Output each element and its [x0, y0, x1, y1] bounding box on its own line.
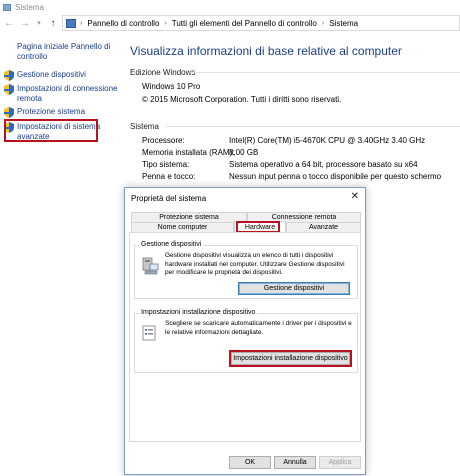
- address-bar[interactable]: › Pannello di controllo › Tutti gli elem…: [62, 15, 460, 31]
- hardware-tab-panel: Gestione dispositivi Gestione dispositiv…: [129, 232, 361, 442]
- device-manager-icon: [142, 257, 159, 275]
- breadcrumb-item-all-items[interactable]: Tutti gli elementi del Pannello di contr…: [172, 19, 317, 28]
- breadcrumb-separator-icon: ›: [321, 19, 325, 27]
- pen-touch-value: Nessun input penna o tocco disponibile p…: [229, 172, 442, 181]
- device-installation-button-highlight-box: [229, 350, 352, 367]
- breadcrumb-separator-icon: ›: [164, 19, 167, 27]
- device-manager-group: Gestione dispositivi Gestione dispositiv…: [134, 241, 358, 299]
- apply-button[interactable]: Applica: [319, 456, 361, 469]
- edition-name: Windows 10 Pro: [142, 82, 201, 91]
- edition-copyright: © 2015 Microsoft Corporation. Tutti i di…: [142, 95, 342, 104]
- breadcrumb-item-system[interactable]: Sistema: [329, 19, 358, 28]
- system-type-label: Tipo sistema:: [142, 160, 190, 169]
- control-panel-icon: [66, 18, 76, 28]
- system-protection-label: Protezione sistema: [17, 107, 86, 116]
- device-installation-group-title: Impostazioni installazione dispositivo: [139, 309, 258, 316]
- advanced-settings-highlight-box: [4, 119, 98, 142]
- device-manager-button[interactable]: Gestione dispositivi: [238, 282, 350, 295]
- uac-shield-icon: [4, 84, 14, 95]
- uac-shield-icon: [4, 107, 14, 118]
- device-installation-description: Scegliere se scaricare automaticamente i…: [165, 320, 352, 336]
- ok-button[interactable]: OK: [229, 456, 271, 469]
- window-title: Sistema: [15, 2, 44, 12]
- system-properties-dialog: Proprietà del sistema ✕ Protezione siste…: [124, 187, 366, 475]
- system-section-divider: [166, 126, 460, 127]
- processor-value: Intel(R) Core(TM) i5-4670K CPU @ 3.40GHz…: [229, 136, 426, 145]
- system-protection-link[interactable]: Protezione sistema: [4, 107, 85, 118]
- breadcrumb-item-control-panel[interactable]: Pannello di controllo: [87, 19, 159, 28]
- system-window-icon: [3, 3, 11, 11]
- dialog-title: Proprietà del sistema: [131, 194, 207, 203]
- left-navigation-pane: Pagina iniziale Pannello di controllo Ge…: [0, 34, 122, 476]
- system-section-label: Sistema: [130, 122, 159, 131]
- processor-label: Processore:: [142, 136, 185, 145]
- remote-settings-link[interactable]: Impostazioni di connessione remota: [4, 84, 120, 104]
- cancel-button[interactable]: Annulla: [274, 456, 316, 469]
- up-arrow-icon[interactable]: ↑: [46, 16, 60, 30]
- device-installation-group: Impostazioni installazione dispositivo S…: [134, 309, 358, 373]
- device-manager-description: Gestione dispositivi visualizza un elenc…: [165, 252, 345, 276]
- address-row: ← → ▾ ↑ › Pannello di controllo › Tutti …: [0, 14, 460, 32]
- ram-value: 8,00 GB: [229, 148, 259, 157]
- breadcrumb-separator-icon: ›: [80, 19, 83, 27]
- device-manager-link[interactable]: Gestione dispositivi: [4, 70, 86, 81]
- ram-label: Memoria installata (RAM):: [142, 148, 235, 157]
- recent-locations-chevron-icon[interactable]: ▾: [34, 16, 44, 30]
- forward-arrow-icon[interactable]: →: [18, 16, 32, 30]
- remote-settings-label: Impostazioni di connessione remota: [17, 84, 118, 103]
- device-manager-group-title: Gestione dispositivi: [139, 241, 204, 248]
- device-manager-label: Gestione dispositivi: [17, 70, 86, 79]
- uac-shield-icon: [4, 70, 14, 81]
- control-panel-home-link[interactable]: Pagina iniziale Pannello di controllo: [17, 42, 121, 62]
- window-titlebar: Sistema: [0, 0, 460, 14]
- system-type-value: Sistema operativo a 64 bit, processore b…: [229, 160, 418, 169]
- device-installation-icon: [142, 325, 156, 341]
- page-title: Visualizza informazioni di base relative…: [130, 44, 402, 58]
- pen-touch-label: Penna e tocco:: [142, 172, 196, 181]
- edition-section-divider: [190, 72, 460, 73]
- back-arrow-icon[interactable]: ←: [2, 16, 16, 30]
- close-icon[interactable]: ✕: [351, 191, 359, 202]
- edition-section-label: Edizione Windows: [130, 68, 196, 77]
